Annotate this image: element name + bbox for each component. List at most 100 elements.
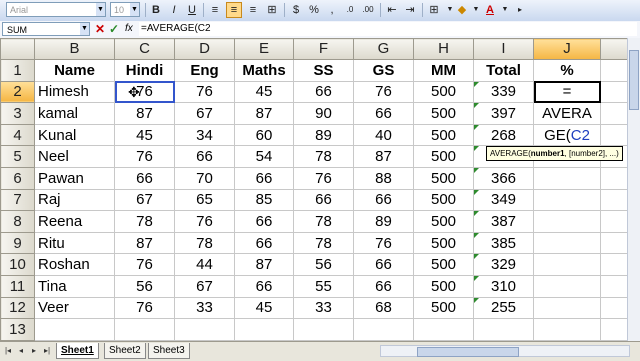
ss-cell[interactable]: 66 [293,188,354,212]
cell[interactable] [533,231,601,255]
gs-cell[interactable]: 40 [353,123,414,147]
cell[interactable] [600,210,628,233]
chevron-down-icon[interactable]: ▼ [130,3,139,16]
cell[interactable] [34,318,115,341]
row-header[interactable]: 6 [0,167,35,190]
ss-cell[interactable]: 56 [293,253,354,277]
chevron-down-icon[interactable]: ▼ [497,2,513,18]
header-cell[interactable]: Name [34,58,115,82]
cell[interactable] [533,210,601,233]
header-cell[interactable]: Eng [174,58,235,82]
total-cell[interactable]: 255 [473,296,534,320]
mm-cell[interactable]: 500 [413,80,474,104]
cell[interactable] [600,102,628,125]
maths-cell[interactable]: 87 [234,102,294,125]
first-sheet-icon[interactable]: |◂ [3,345,13,357]
tab-sheet1[interactable]: Sheet1 [56,343,99,359]
row-header[interactable]: 5 [0,145,35,169]
align-left-icon[interactable]: ≡ [207,2,223,18]
cell[interactable] [234,318,294,341]
toolbar-options-icon[interactable]: ▸ [512,2,528,18]
underline-button[interactable]: U [184,2,200,18]
row-header[interactable]: 11 [0,275,35,298]
name-cell[interactable]: kamal [34,102,115,125]
gs-cell[interactable]: 66 [353,275,414,298]
header-cell[interactable]: MM [413,58,474,82]
total-cell[interactable]: 268 [473,123,534,147]
decrease-indent-icon[interactable]: ⇤ [384,2,400,18]
row-header[interactable]: 2 [0,80,35,104]
insert-function-button[interactable]: fx [125,22,133,36]
gs-cell[interactable]: 87 [353,145,414,169]
select-all-corner[interactable] [0,38,35,60]
name-cell[interactable]: Roshan [34,253,115,277]
total-cell[interactable]: 339 [473,80,534,104]
borders-icon[interactable]: ⊞ [426,2,442,18]
column-header[interactable]: I [473,38,534,60]
cell[interactable] [533,275,601,298]
cell[interactable] [533,253,601,277]
gs-cell[interactable]: 66 [353,253,414,277]
hindi-cell[interactable]: 76 [114,253,175,277]
maths-cell[interactable]: 45 [234,296,294,320]
column-header[interactable]: F [293,38,354,60]
tooltip-current-arg[interactable]: number1 [531,149,565,158]
cell[interactable] [600,167,628,190]
cell[interactable] [600,296,628,320]
cell[interactable] [600,58,628,82]
header-cell[interactable]: SS [293,58,354,82]
ss-cell[interactable]: 90 [293,102,354,125]
cell[interactable] [533,318,601,341]
maths-cell[interactable]: 87 [234,253,294,277]
prev-sheet-icon[interactable]: ◂ [16,345,26,357]
name-cell[interactable]: Pawan [34,167,115,190]
column-header[interactable]: J [533,38,601,60]
row-header[interactable]: 10 [0,253,35,277]
name-cell[interactable]: Raj [34,188,115,212]
cell[interactable] [293,318,354,341]
row-header[interactable]: 13 [0,318,35,341]
gs-cell[interactable]: 89 [353,210,414,233]
total-cell[interactable]: 366 [473,167,534,190]
gs-cell[interactable]: 76 [353,80,414,104]
gs-cell[interactable]: 76 [353,231,414,255]
font-size-select[interactable]: 10 ▼ [110,2,140,17]
formula-input[interactable]: =AVERAGE(C2 [139,22,637,36]
mm-cell[interactable]: 500 [413,167,474,190]
name-cell[interactable]: Ritu [34,231,115,255]
mm-cell[interactable]: 500 [413,188,474,212]
eng-cell[interactable]: 33 [174,296,235,320]
hindi-cell[interactable]: 56 [114,275,175,298]
scrollbar-thumb[interactable] [417,347,519,357]
name-cell[interactable]: Kunal [34,123,115,147]
chevron-down-icon[interactable]: ▼ [96,3,105,16]
eng-cell[interactable]: 67 [174,275,235,298]
gs-cell[interactable]: 66 [353,102,414,125]
cell[interactable] [533,167,601,190]
cell[interactable] [533,188,601,212]
column-header[interactable]: E [234,38,294,60]
hindi-cell[interactable]: 66 [114,167,175,190]
mm-cell[interactable]: 500 [413,102,474,125]
mm-cell[interactable]: 500 [413,275,474,298]
vertical-scrollbar[interactable] [627,38,640,341]
hindi-cell[interactable]: 78 [114,210,175,233]
increase-indent-icon[interactable]: ⇥ [402,2,418,18]
row-header[interactable]: 3 [0,102,35,125]
enter-icon[interactable]: ✓ [108,22,120,36]
editing-cell-line1[interactable]: = [533,80,601,104]
row-header[interactable]: 8 [0,210,35,233]
gs-cell[interactable]: 68 [353,296,414,320]
horizontal-scrollbar[interactable] [380,345,630,357]
eng-cell[interactable]: 76 [174,80,235,104]
name-cell[interactable]: Veer [34,296,115,320]
percent-button[interactable]: % [306,2,322,18]
ss-cell[interactable]: 76 [293,167,354,190]
mm-cell[interactable]: 500 [413,231,474,255]
cell[interactable] [174,318,235,341]
hindi-cell[interactable]: 76 [114,296,175,320]
maths-cell[interactable]: 66 [234,231,294,255]
editing-cell-line2[interactable]: AVERA [533,102,601,125]
total-cell[interactable]: 385 [473,231,534,255]
eng-cell[interactable]: 44 [174,253,235,277]
